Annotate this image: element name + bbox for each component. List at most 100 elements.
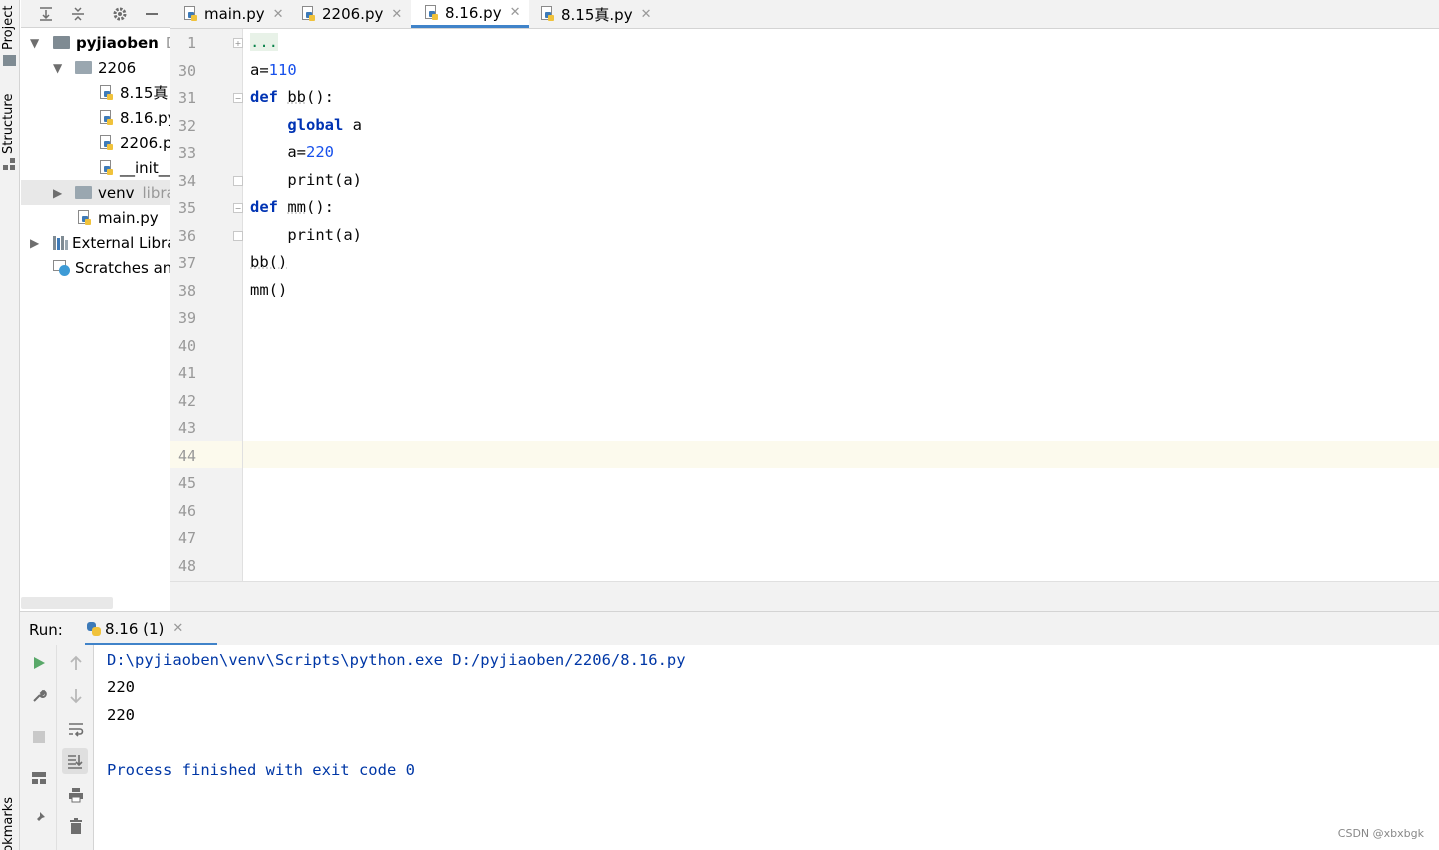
console-exit-line: Process finished with exit code 0 <box>107 761 415 779</box>
code-line: mm() <box>250 281 288 299</box>
tree-folder-label: venv <box>98 183 135 202</box>
fold-end-icon[interactable] <box>233 176 243 186</box>
run-label: Run: <box>29 621 63 639</box>
python-file-icon <box>184 6 198 22</box>
pin-icon[interactable] <box>28 807 50 829</box>
stop-icon[interactable] <box>28 726 50 748</box>
close-icon[interactable]: ✕ <box>391 7 402 22</box>
tree-node-label: External Libra <box>72 233 170 252</box>
expand-all-icon[interactable] <box>35 3 57 25</box>
code-editor[interactable]: ... a=110 def bb(): global a a=220 print… <box>243 29 1439 581</box>
python-file-icon <box>78 209 92 226</box>
tab-2206-py[interactable]: 2206.py ✕ <box>302 0 410 28</box>
line-number: 32 <box>177 117 196 135</box>
collapse-all-icon[interactable] <box>67 3 89 25</box>
layout-icon[interactable] <box>28 767 50 789</box>
chevron-down-icon[interactable]: ▼ <box>53 61 62 75</box>
python-file-icon <box>541 6 555 22</box>
minimize-icon[interactable] <box>141 3 163 25</box>
chevron-down-icon[interactable]: ▼ <box>30 36 39 50</box>
tree-node-venv[interactable]: ▶ venv libra <box>21 180 170 205</box>
soft-wrap-icon[interactable] <box>65 718 87 740</box>
tree-node-external-libraries[interactable]: ▶ External Libra <box>21 230 170 255</box>
editor-horizontal-scrollbar[interactable] <box>170 581 1439 611</box>
python-file-icon <box>100 84 114 101</box>
project-tool-button[interactable]: Project <box>1 2 16 50</box>
tree-node-scratches[interactable]: Scratches and <box>21 255 170 280</box>
code-line: bb() <box>250 253 288 271</box>
folder-icon <box>75 61 92 74</box>
line-number: 35 <box>177 199 196 217</box>
tree-node-2206[interactable]: ▼ 2206 <box>21 55 170 80</box>
close-icon[interactable]: ✕ <box>641 7 652 22</box>
line-number: 33 <box>177 144 196 162</box>
folder-icon <box>3 55 16 66</box>
tree-file-label: main.py <box>98 208 159 227</box>
tree-node-root[interactable]: ▼ pyjiaoben D <box>21 30 170 55</box>
print-icon[interactable] <box>65 784 87 806</box>
project-tree: ▼ pyjiaoben D ▼ 2206 8.15真. 8.16.py 2206… <box>21 28 170 611</box>
line-numbers: 1 30 31 32 33 34 35 36 37 38 39 40 41 42… <box>170 29 243 581</box>
run-toolbar-primary <box>20 645 57 850</box>
tree-file-2206[interactable]: 2206.p <box>100 130 170 155</box>
code-line: a=110 <box>250 61 297 79</box>
tree-folder-note: libra <box>142 183 171 202</box>
python-file-icon <box>425 4 439 21</box>
scratches-icon <box>53 259 70 276</box>
library-icon <box>53 235 68 250</box>
tab-8-16-py[interactable]: 8.16.py ✕ <box>411 0 529 28</box>
line-number: 41 <box>177 364 196 382</box>
trash-icon[interactable] <box>65 815 87 837</box>
tab-8-15-py[interactable]: 8.15真.py ✕ <box>541 0 661 28</box>
tree-file-label: 8.15真. <box>120 84 170 102</box>
python-file-icon <box>100 159 114 176</box>
close-icon[interactable]: ✕ <box>172 621 183 636</box>
wrench-icon[interactable] <box>28 685 50 707</box>
line-number: 45 <box>177 474 196 492</box>
fold-expand-icon[interactable]: + <box>233 38 243 48</box>
python-file-icon <box>100 109 114 126</box>
line-number: 40 <box>177 337 196 355</box>
close-icon[interactable]: ✕ <box>273 7 284 22</box>
tree-file-8-16[interactable]: 8.16.py <box>100 105 170 130</box>
tree-file-label: 2206.p <box>120 133 170 152</box>
close-icon[interactable]: ✕ <box>510 5 521 20</box>
code-line: def mm(): <box>250 198 335 216</box>
tab-main-py[interactable]: main.py ✕ <box>182 0 297 28</box>
code-line: print(a) <box>250 226 362 244</box>
bookmarks-tool-button[interactable]: Bookmarks <box>1 794 19 850</box>
tree-node-label: Scratches and <box>75 258 170 277</box>
tree-file-8-15[interactable]: 8.15真. <box>100 80 170 105</box>
folder-icon <box>53 36 70 49</box>
python-file-icon <box>302 6 316 22</box>
tab-label: main.py <box>204 5 265 23</box>
structure-tool-button[interactable]: Structure <box>1 94 16 154</box>
down-arrow-icon[interactable] <box>65 685 87 707</box>
tree-file-main[interactable]: main.py <box>78 205 159 230</box>
run-console[interactable]: D:\pyjiaoben\venv\Scripts\python.exe D:/… <box>94 645 1439 850</box>
tree-folder-label: 2206 <box>98 58 137 77</box>
fold-collapse-icon[interactable]: − <box>233 203 243 213</box>
watermark: CSDN @xbxbgk <box>1337 827 1424 840</box>
console-command-line: D:\pyjiaoben\venv\Scripts\python.exe D:/… <box>107 651 686 669</box>
tree-file-init[interactable]: __init__ <box>100 155 170 180</box>
tree-root-label: pyjiaoben <box>76 33 159 52</box>
tree-file-label: 8.16.py <box>120 108 170 127</box>
folder-icon <box>75 186 92 199</box>
chevron-right-icon[interactable]: ▶ <box>53 186 62 200</box>
run-icon[interactable] <box>28 652 50 674</box>
run-tab[interactable]: 8.16 (1) ✕ <box>85 614 217 646</box>
scroll-to-end-icon[interactable] <box>62 748 88 774</box>
fold-collapse-icon[interactable]: − <box>233 93 243 103</box>
tree-file-label: __init__ <box>120 158 170 177</box>
chevron-right-icon[interactable]: ▶ <box>30 236 39 250</box>
tree-scrollbar[interactable] <box>21 597 113 609</box>
run-tab-label: 8.16 (1) <box>105 619 165 638</box>
line-number: 30 <box>177 62 196 80</box>
fold-end-icon[interactable] <box>233 231 243 241</box>
line-number: 43 <box>177 419 196 437</box>
python-file-icon <box>100 134 114 151</box>
up-arrow-icon[interactable] <box>65 652 87 674</box>
gear-icon[interactable] <box>109 3 131 25</box>
bookmarks-tool-label: Bookmarks <box>1 797 16 850</box>
